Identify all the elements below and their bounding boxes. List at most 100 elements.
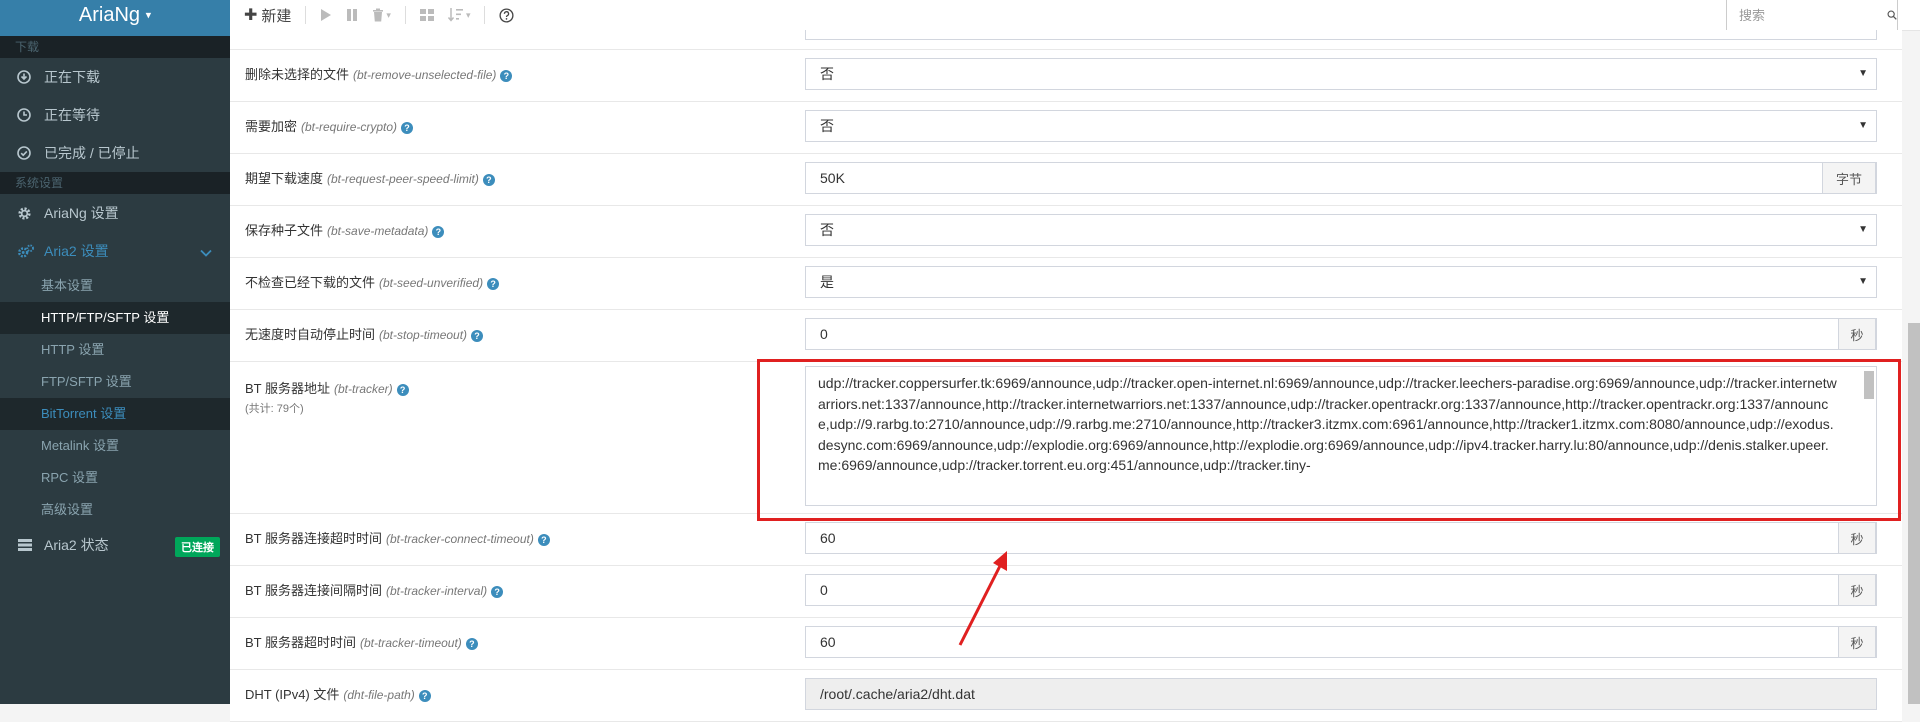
setting-name: BT 服务器超时时间 (245, 635, 356, 650)
setting-label: 不检查已经下载的文件 (bt-seed-unverified)? (230, 258, 805, 309)
setting-name: BT 服务器地址 (245, 381, 330, 396)
setting-key: (bt-tracker-interval) (386, 584, 488, 598)
delete-button[interactable]: ▾ (372, 8, 391, 22)
question-circle-icon[interactable]: ? (471, 329, 484, 342)
unit-addon: 字节 (1822, 162, 1876, 194)
select-value: 是 (820, 274, 834, 290)
setting-key: (dht-file-path) (343, 688, 415, 702)
sidebar-item-aria2-settings[interactable]: Aria2 设置 (0, 232, 230, 270)
setting-select[interactable]: 是 ▼ (805, 266, 1877, 298)
settings-panel: 删除未选择的文件 (bt-remove-unselected-file)? 否 ▼ … (230, 30, 1902, 722)
setting-field: 60 秒 (805, 514, 1902, 565)
question-circle-icon[interactable]: ? (491, 585, 504, 598)
setting-key: (bt-tracker-timeout) (360, 636, 462, 650)
submenu-item-basic[interactable]: 基本设置 (0, 270, 230, 302)
select-value: 否 (820, 118, 834, 134)
sidebar-item-label: 正在下载 (44, 69, 100, 85)
setting-key: (bt-require-crypto) (301, 120, 398, 134)
setting-input[interactable]: 60 秒 (805, 522, 1877, 554)
question-circle-icon[interactable]: ? (432, 225, 445, 238)
setting-input[interactable]: 0秒 (805, 318, 1877, 350)
setting-select[interactable]: 否 ▼ (805, 214, 1877, 246)
setting-input[interactable]: 0秒 (805, 574, 1877, 606)
grid-icon (419, 9, 434, 21)
input-value: 0 (820, 582, 828, 598)
question-circle-icon[interactable]: ? (482, 173, 495, 186)
submenu-item-metalink[interactable]: Metalink 设置 (0, 430, 230, 462)
select-value: 否 (820, 222, 834, 238)
sort-button[interactable]: ▾ (447, 7, 471, 23)
settings-row: DHT (IPv4) 文件 (dht-file-path)? /root/.cac… (230, 670, 1902, 722)
search-input[interactable] (1727, 0, 1881, 30)
tracker-textarea[interactable]: udp://tracker.coppersurfer.tk:6969/annou… (805, 366, 1877, 506)
pause-button[interactable] (346, 8, 358, 22)
input-value: 50K (820, 170, 845, 186)
submenu-item-bittorrent[interactable]: BitTorrent 设置 (0, 398, 230, 430)
connected-badge: 已连接 (175, 537, 220, 557)
new-task-button[interactable]: ✚ 新建 (244, 5, 291, 26)
view-mode-button[interactable] (419, 9, 434, 21)
question-circle-icon[interactable]: ? (500, 69, 513, 82)
submenu-item-http-ftp-sftp[interactable]: HTTP/FTP/SFTP 设置 (0, 302, 230, 334)
caret-down-icon: ▼ (1858, 120, 1868, 131)
server-icon (17, 538, 41, 552)
toolbar-divider (404, 6, 406, 24)
sidebar-item-ariang-settings[interactable]: AriaNg 设置 (0, 194, 230, 232)
sidebar-item-downloading[interactable]: 正在下载 (0, 58, 230, 96)
setting-field (805, 30, 1902, 49)
question-circle-icon[interactable]: ? (396, 383, 409, 396)
sidebar-item-stopped[interactable]: 已完成 / 已停止 (0, 134, 230, 172)
settings-row: 无速度时自动停止时间 (bt-stop-timeout)? 0秒 (230, 310, 1902, 362)
setting-select[interactable]: 否 ▼ (805, 110, 1877, 142)
sidebar-item-aria2-status[interactable]: Aria2 状态 已连接 (0, 526, 230, 564)
tracker-count: (共计: 79个) (245, 403, 304, 415)
setting-label: BT 服务器超时时间 (bt-tracker-timeout)? (230, 618, 805, 669)
help-button[interactable] (499, 7, 515, 23)
gears-icon (17, 243, 41, 259)
new-task-label: 新建 (261, 7, 292, 25)
submenu-item-ftp-sftp[interactable]: FTP/SFTP 设置 (0, 366, 230, 398)
submenu-item-advanced[interactable]: 高级设置 (0, 494, 230, 526)
sort-icon (447, 8, 463, 22)
sidebar-section-download: 下载 (0, 36, 230, 58)
page-scrollbar[interactable] (1908, 323, 1920, 704)
check-circle-icon (17, 146, 41, 160)
setting-field: 否 ▼ (805, 206, 1902, 257)
setting-select-partial[interactable] (805, 30, 1877, 40)
setting-field: 60 秒 (805, 618, 1902, 669)
brand-menu[interactable]: AriaNg ▾ (0, 0, 230, 36)
setting-input[interactable]: 60 秒 (805, 626, 1877, 658)
caret-down-icon: ▾ (145, 9, 152, 22)
unit-addon: 秒 (1838, 522, 1876, 554)
question-circle-icon[interactable]: ? (401, 121, 414, 134)
question-circle-icon[interactable]: ? (465, 637, 478, 650)
unit-addon: 秒 (1838, 574, 1876, 606)
start-button[interactable] (320, 8, 332, 22)
setting-select[interactable]: 否 ▼ (805, 58, 1877, 90)
settings-row: 删除未选择的文件 (bt-remove-unselected-file)? 否 ▼ (230, 50, 1902, 102)
setting-field: 否 ▼ (805, 102, 1902, 153)
setting-field: 是 ▼ (805, 258, 1902, 309)
question-circle-icon[interactable]: ? (487, 277, 500, 290)
question-circle-icon[interactable]: ? (537, 533, 550, 546)
submenu-item-http[interactable]: HTTP 设置 (0, 334, 230, 366)
brand-title: AriaNg (78, 4, 141, 26)
caret-down-icon: ▾ (465, 9, 471, 20)
setting-input[interactable]: 50K 字节 (805, 162, 1877, 194)
textarea-value: udp://tracker.coppersurfer.tk:6969/annou… (818, 375, 1837, 473)
setting-label: 保存种子文件 (bt-save-metadata)? (230, 206, 805, 257)
submenu-item-rpc[interactable]: RPC 设置 (0, 462, 230, 494)
search-icon[interactable] (1887, 8, 1897, 22)
plus-icon: ✚ (244, 7, 258, 24)
sidebar-item-waiting[interactable]: 正在等待 (0, 96, 230, 134)
setting-label: BT 服务器地址 (bt-tracker)? (共计: 79个) (230, 362, 805, 513)
sidebar-item-label: 已完成 / 已停止 (44, 145, 140, 161)
setting-name: 需要加密 (245, 119, 298, 134)
settings-row: 需要加密 (bt-require-crypto)? 否 ▼ (230, 102, 1902, 154)
settings-row: BT 服务器地址 (bt-tracker)? (共计: 79个) udp://tr… (230, 362, 1902, 514)
setting-input-readonly[interactable]: /root/.cache/aria2/dht.dat (805, 678, 1877, 710)
setting-key: (bt-tracker-connect-timeout) (386, 532, 534, 546)
textarea-scrollbar[interactable] (1864, 371, 1874, 399)
input-value: 0 (820, 326, 828, 342)
question-circle-icon[interactable]: ? (418, 689, 431, 702)
